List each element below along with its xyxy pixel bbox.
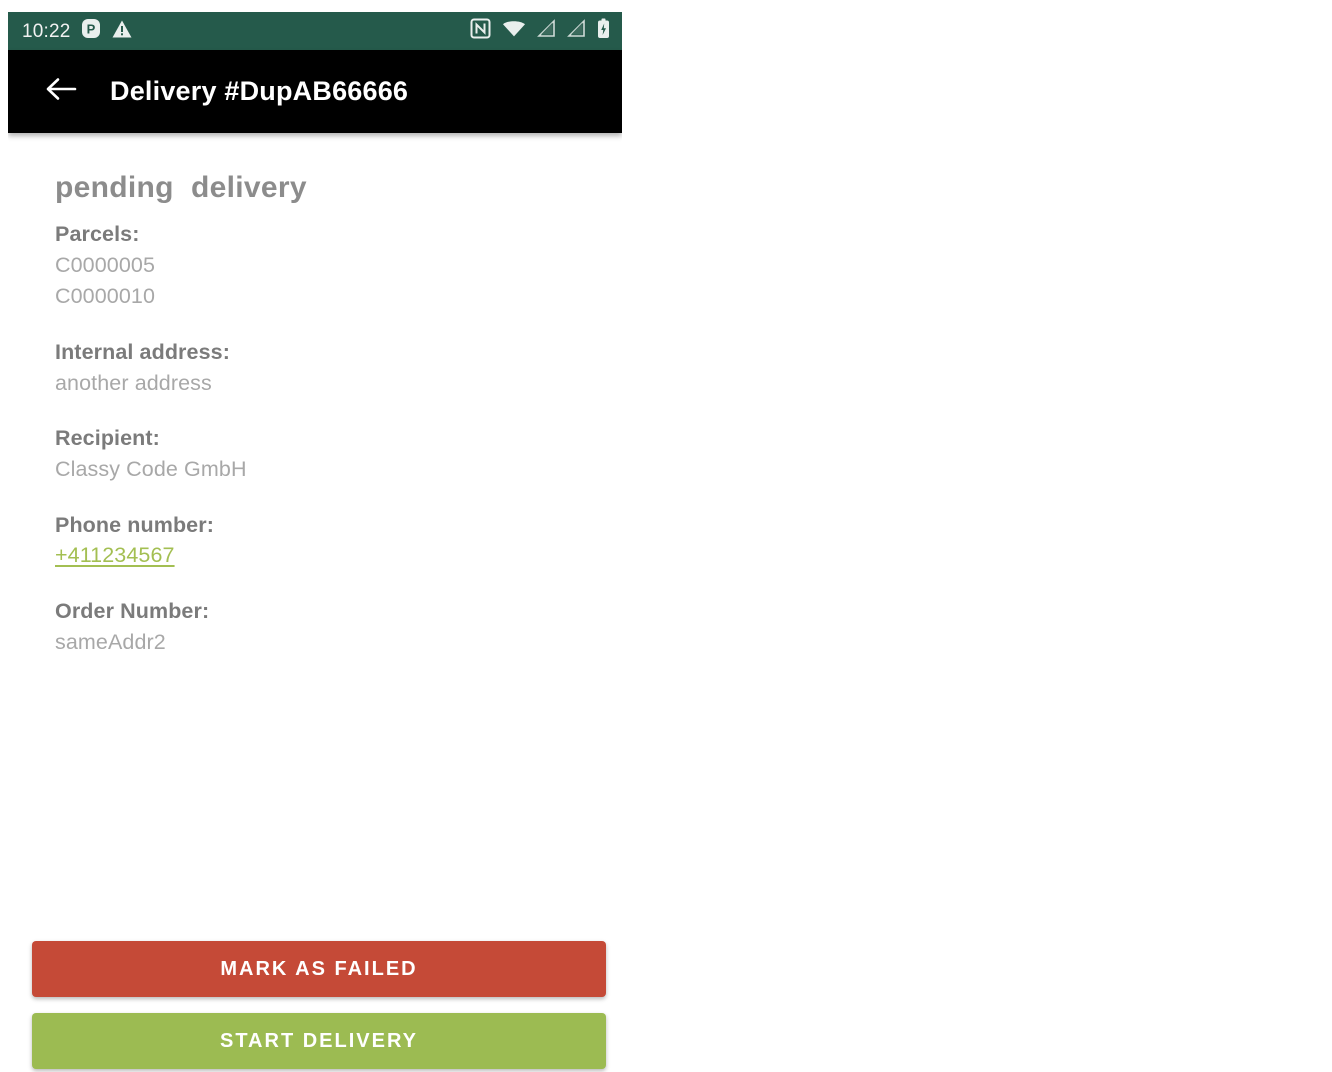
signal-sim2-no-service-icon xyxy=(567,19,586,43)
field-label: Internal address: xyxy=(55,340,230,365)
delivery-status-heading: pending delivery xyxy=(55,171,307,204)
field-value: sameAddr2 xyxy=(55,629,166,654)
delivery-details: pending delivery Parcels: C0000005 C0000… xyxy=(8,133,622,658)
field-label: Order Number: xyxy=(55,599,210,624)
page-title: Delivery #DupAB66666 xyxy=(110,76,409,106)
phone-number-link[interactable]: +411234567 xyxy=(55,540,175,572)
field-parcels: Parcels: C0000005 C0000010 xyxy=(55,219,622,313)
field-phone-number: Phone number: +411234567 xyxy=(55,510,622,572)
start-delivery-button[interactable]: START DELIVERY xyxy=(32,1013,606,1069)
field-value: C0000005 xyxy=(55,252,156,277)
phone-screen: 10:22 P Delivery #DupAB66666 pending del… xyxy=(8,12,622,1072)
mark-as-failed-button[interactable]: MARK AS FAILED xyxy=(32,941,606,997)
field-value: Classy Code GmbH xyxy=(55,456,247,481)
field-label: Phone number: xyxy=(55,512,214,537)
field-recipient: Recipient: Classy Code GmbH xyxy=(55,423,622,485)
signal-sim1-no-service-icon xyxy=(537,19,556,43)
status-bar-right xyxy=(470,18,610,44)
nfc-icon xyxy=(470,18,491,44)
field-value: another address xyxy=(55,370,212,395)
parking-p-icon: P xyxy=(81,18,101,44)
svg-text:P: P xyxy=(86,22,95,37)
warning-triangle-icon xyxy=(111,19,133,44)
field-label: Parcels: xyxy=(55,222,140,246)
back-button[interactable] xyxy=(38,69,84,115)
field-value: C0000010 xyxy=(55,284,156,309)
field-label: Recipient: xyxy=(55,426,160,451)
status-bar-clock: 10:22 xyxy=(22,20,71,42)
action-buttons: MARK AS FAILED START DELIVERY xyxy=(32,941,606,1069)
field-internal-address: Internal address: another address xyxy=(55,337,622,399)
battery-icon xyxy=(597,18,610,44)
status-bar-left: 10:22 P xyxy=(22,18,133,44)
back-arrow-icon xyxy=(44,75,78,108)
wifi-icon xyxy=(502,19,526,43)
status-bar: 10:22 P xyxy=(8,12,622,50)
app-bar: Delivery #DupAB66666 xyxy=(8,50,622,133)
field-order-number: Order Number: sameAddr2 xyxy=(55,596,622,658)
